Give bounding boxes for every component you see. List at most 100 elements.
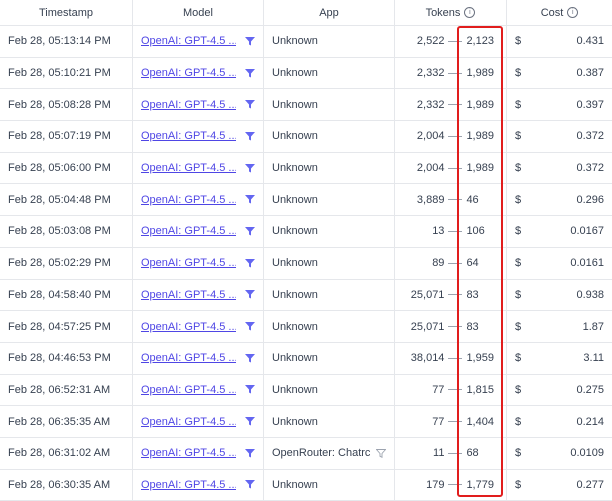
- table-row[interactable]: Feb 28, 05:06:00 PM OpenAI: GPT-4.5 ... Un…: [0, 152, 612, 185]
- currency-symbol: $: [515, 162, 522, 175]
- filter-icon[interactable]: [245, 68, 255, 78]
- model-link[interactable]: OpenAI: GPT-4.5 ...: [141, 194, 236, 206]
- table-row[interactable]: Feb 28, 04:57:25 PM OpenAI: GPT-4.5 ... Un…: [0, 311, 612, 343]
- model-link[interactable]: OpenAI: GPT-4.5 ...: [141, 352, 236, 364]
- timestamp-cell: Feb 28, 05:08:28 PM: [0, 89, 133, 121]
- filter-icon[interactable]: [245, 480, 255, 489]
- timestamp-text: Feb 28, 05:03:08 PM: [8, 225, 111, 238]
- tokens-out: 1,989: [466, 130, 494, 143]
- model-link[interactable]: OpenAI: GPT-4.5 ...: [141, 321, 236, 333]
- table-row[interactable]: Feb 28, 05:08:28 PM OpenAI: GPT-4.5 ... Un…: [0, 89, 612, 122]
- table-row[interactable]: Feb 28, 06:35:35 AM OpenAI: GPT-4.5 ... Un…: [0, 406, 612, 438]
- table-row[interactable]: Feb 28, 04:58:40 PM OpenAI: GPT-4.5 ... Un…: [0, 279, 612, 312]
- tokens-cell: 89 64: [395, 247, 507, 279]
- table-row[interactable]: Feb 28, 04:46:53 PM OpenAI: GPT-4.5 ... Un…: [0, 342, 612, 375]
- app-cell: Unknown: [264, 89, 395, 121]
- cost-cell: $0.0167: [507, 216, 612, 247]
- tokens-arrow: [448, 40, 463, 42]
- model-link[interactable]: OpenAI: GPT-4.5 ...: [141, 257, 236, 269]
- model-link[interactable]: OpenAI: GPT-4.5 ...: [141, 289, 236, 301]
- model-cell: OpenAI: GPT-4.5 ...: [133, 279, 264, 311]
- table-row[interactable]: Feb 28, 06:31:02 AM OpenAI: GPT-4.5 ... Op…: [0, 437, 612, 470]
- timestamp-cell: Feb 28, 06:31:02 AM: [0, 437, 133, 469]
- model-link[interactable]: OpenAI: GPT-4.5 ...: [141, 447, 236, 459]
- header-timestamp[interactable]: Timestamp: [0, 0, 133, 25]
- header-cost[interactable]: Cost i: [507, 0, 612, 25]
- filter-icon[interactable]: [245, 258, 255, 268]
- timestamp-cell: Feb 28, 05:06:00 PM: [0, 152, 133, 184]
- tokens-arrow: [448, 326, 463, 328]
- filter-icon[interactable]: [376, 448, 386, 458]
- model-cell: OpenAI: GPT-4.5 ...: [133, 57, 264, 89]
- header-tokens[interactable]: Tokens i: [395, 0, 507, 25]
- currency-symbol: $: [515, 478, 522, 491]
- model-link[interactable]: OpenAI: GPT-4.5 ...: [141, 479, 236, 491]
- table-row[interactable]: Feb 28, 06:52:31 AM OpenAI: GPT-4.5 ... Un…: [0, 374, 612, 407]
- tokens-arrow: [448, 230, 463, 232]
- filter-icon[interactable]: [245, 290, 255, 299]
- model-link[interactable]: OpenAI: GPT-4.5 ...: [141, 130, 236, 142]
- filter-icon[interactable]: [245, 448, 255, 458]
- tokens-out: 1,989: [466, 162, 494, 175]
- tokens-in: 25,071: [410, 288, 445, 301]
- filter-icon[interactable]: [245, 100, 255, 109]
- tokens-out: 68: [466, 447, 479, 460]
- tokens-out: 1,959: [466, 352, 494, 365]
- cost-value: 0.397: [576, 98, 604, 111]
- table-row[interactable]: Feb 28, 05:04:48 PM OpenAI: GPT-4.5 ... Un…: [0, 184, 612, 217]
- tokens-cell: 38,014 1,959: [395, 342, 507, 374]
- tokens-in: 3,889: [416, 193, 445, 206]
- table-row[interactable]: Feb 28, 05:07:19 PM OpenAI: GPT-4.5 ... Un…: [0, 121, 612, 153]
- timestamp-text: Feb 28, 04:46:53 PM: [8, 352, 111, 365]
- filter-icon[interactable]: [245, 385, 255, 394]
- tokens-out: 46: [466, 193, 479, 206]
- info-icon[interactable]: i: [464, 7, 476, 18]
- app-text: Unknown: [272, 162, 318, 175]
- tokens-cell: 2,332 1,989: [395, 57, 507, 89]
- cost-value: 0.0167: [570, 225, 604, 238]
- filter-icon[interactable]: [245, 163, 255, 173]
- model-link[interactable]: OpenAI: GPT-4.5 ...: [141, 162, 236, 174]
- table-row[interactable]: Feb 28, 05:10:21 PM OpenAI: GPT-4.5 ... Un…: [0, 57, 612, 90]
- header-app[interactable]: App: [264, 0, 395, 25]
- model-link[interactable]: OpenAI: GPT-4.5 ...: [141, 225, 236, 237]
- cost-value: 3.11: [583, 352, 604, 365]
- tokens-cell: 2,522 2,123: [395, 26, 507, 57]
- tokens-cell: 77 1,815: [395, 374, 507, 406]
- model-link[interactable]: OpenAI: GPT-4.5 ...: [141, 416, 236, 428]
- cost-value: 0.0109: [570, 447, 604, 460]
- model-cell: OpenAI: GPT-4.5 ...: [133, 406, 264, 437]
- cost-value: 0.387: [576, 67, 604, 80]
- info-icon[interactable]: i: [567, 7, 579, 18]
- filter-icon[interactable]: [245, 226, 255, 236]
- app-text: Unknown: [272, 478, 318, 491]
- model-cell: OpenAI: GPT-4.5 ...: [133, 152, 264, 184]
- filter-icon[interactable]: [245, 131, 255, 141]
- currency-symbol: $: [515, 352, 522, 365]
- filter-icon[interactable]: [245, 417, 255, 426]
- tokens-arrow: [448, 484, 463, 486]
- model-link[interactable]: OpenAI: GPT-4.5 ...: [141, 99, 236, 111]
- table-row[interactable]: Feb 28, 05:03:08 PM OpenAI: GPT-4.5 ... Un…: [0, 216, 612, 248]
- table-row[interactable]: Feb 28, 05:02:29 PM OpenAI: GPT-4.5 ... Un…: [0, 247, 612, 280]
- model-link[interactable]: OpenAI: GPT-4.5 ...: [141, 384, 236, 396]
- timestamp-text: Feb 28, 05:07:19 PM: [8, 130, 111, 143]
- timestamp-cell: Feb 28, 05:10:21 PM: [0, 57, 133, 89]
- filter-icon[interactable]: [245, 36, 255, 46]
- filter-icon[interactable]: [245, 195, 255, 204]
- cost-cell: $0.938: [507, 280, 612, 311]
- filter-icon[interactable]: [245, 322, 255, 331]
- model-link[interactable]: OpenAI: GPT-4.5 ...: [141, 67, 236, 79]
- cost-cell: $0.0161: [507, 248, 612, 279]
- model-link[interactable]: OpenAI: GPT-4.5 ...: [141, 35, 236, 47]
- app-cell: Unknown: [264, 469, 395, 501]
- header-model[interactable]: Model: [133, 0, 264, 25]
- timestamp-text: Feb 28, 05:06:00 PM: [8, 162, 111, 175]
- table-row[interactable]: Feb 28, 06:30:35 AM OpenAI: GPT-4.5 ... Un…: [0, 469, 612, 501]
- table-row[interactable]: Feb 28, 05:13:14 PM OpenAI: GPT-4.5 ... Un…: [0, 26, 612, 58]
- cost-value: 0.296: [576, 193, 604, 206]
- tokens-in: 2,332: [416, 98, 445, 111]
- filter-icon[interactable]: [245, 353, 255, 363]
- timestamp-cell: Feb 28, 05:03:08 PM: [0, 216, 133, 247]
- model-cell: OpenAI: GPT-4.5 ...: [133, 437, 264, 469]
